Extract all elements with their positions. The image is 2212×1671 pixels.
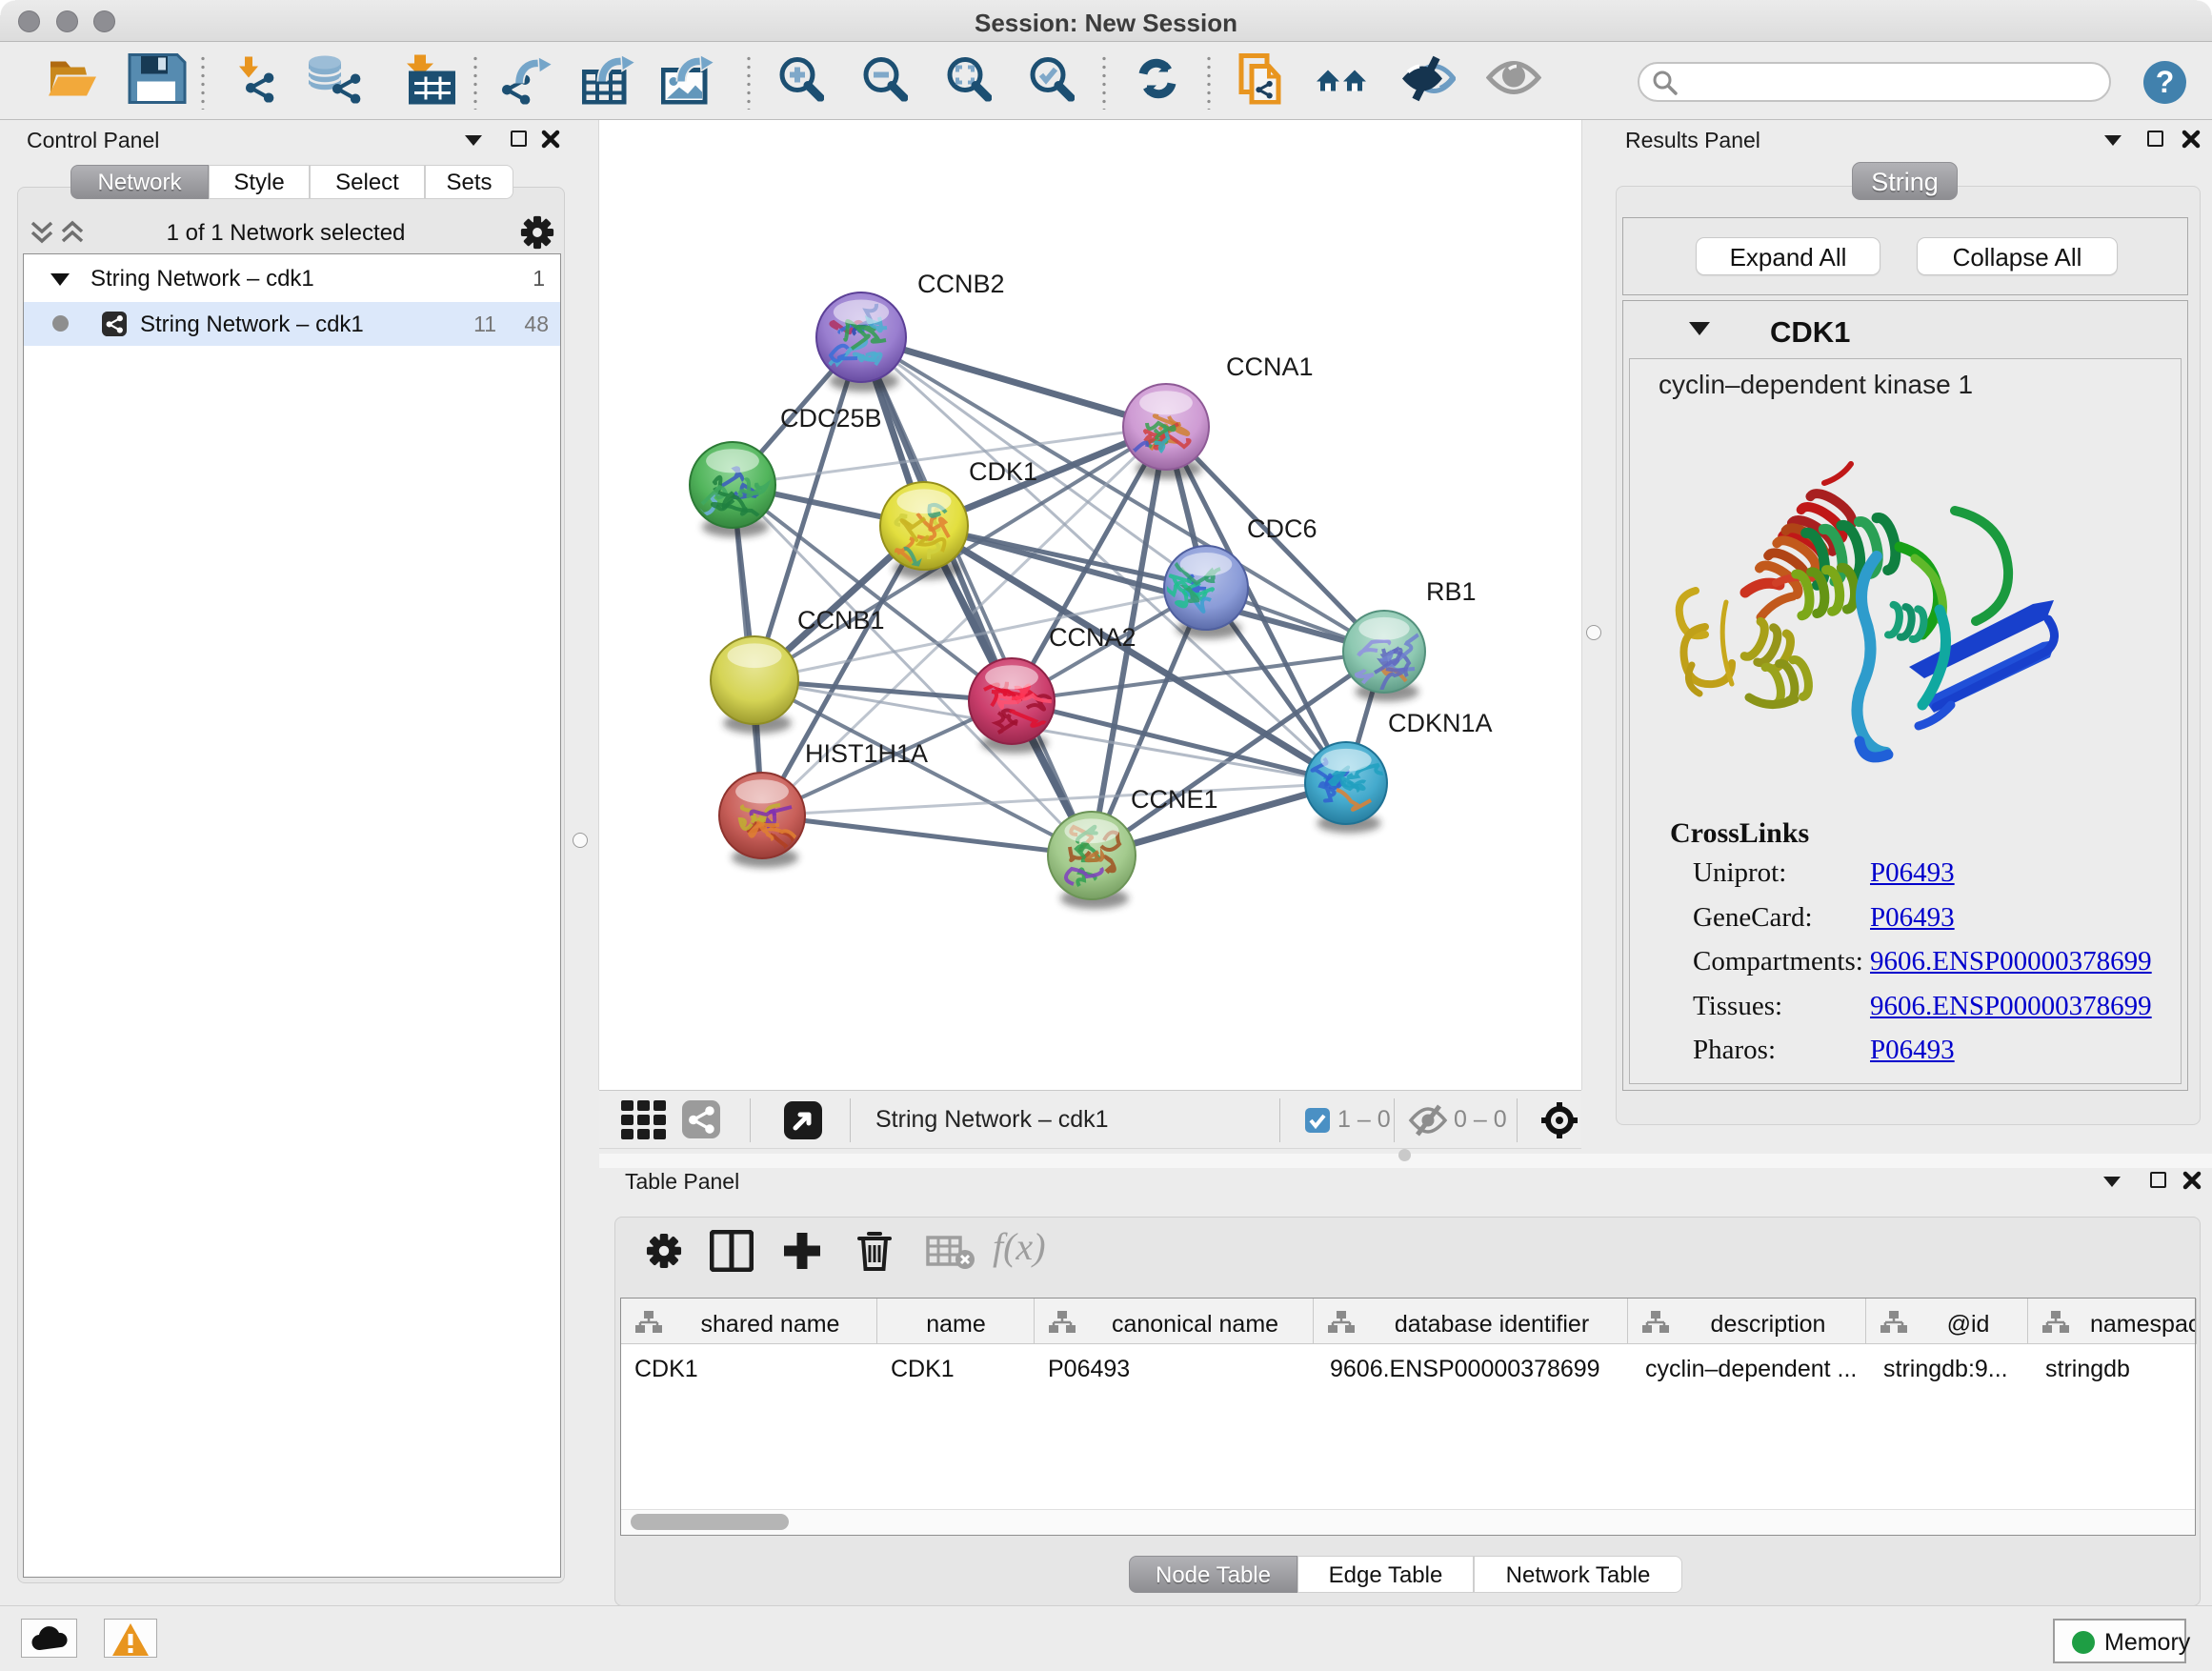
svg-text:CCNE1: CCNE1: [1131, 785, 1218, 814]
svg-text:CCNA1: CCNA1: [1226, 352, 1314, 381]
svg-text:CCNB1: CCNB1: [797, 606, 885, 634]
svg-text:CCNB2: CCNB2: [917, 270, 1005, 298]
svg-text:CDKN1A: CDKN1A: [1388, 709, 1493, 737]
svg-text:RB1: RB1: [1426, 577, 1477, 606]
svg-text:CDK1: CDK1: [969, 457, 1037, 486]
svg-text:CCNA2: CCNA2: [1049, 623, 1136, 652]
svg-text:CDC25B: CDC25B: [780, 404, 882, 433]
svg-text:CDC6: CDC6: [1247, 514, 1317, 543]
svg-text:HIST1H1A: HIST1H1A: [805, 739, 928, 768]
